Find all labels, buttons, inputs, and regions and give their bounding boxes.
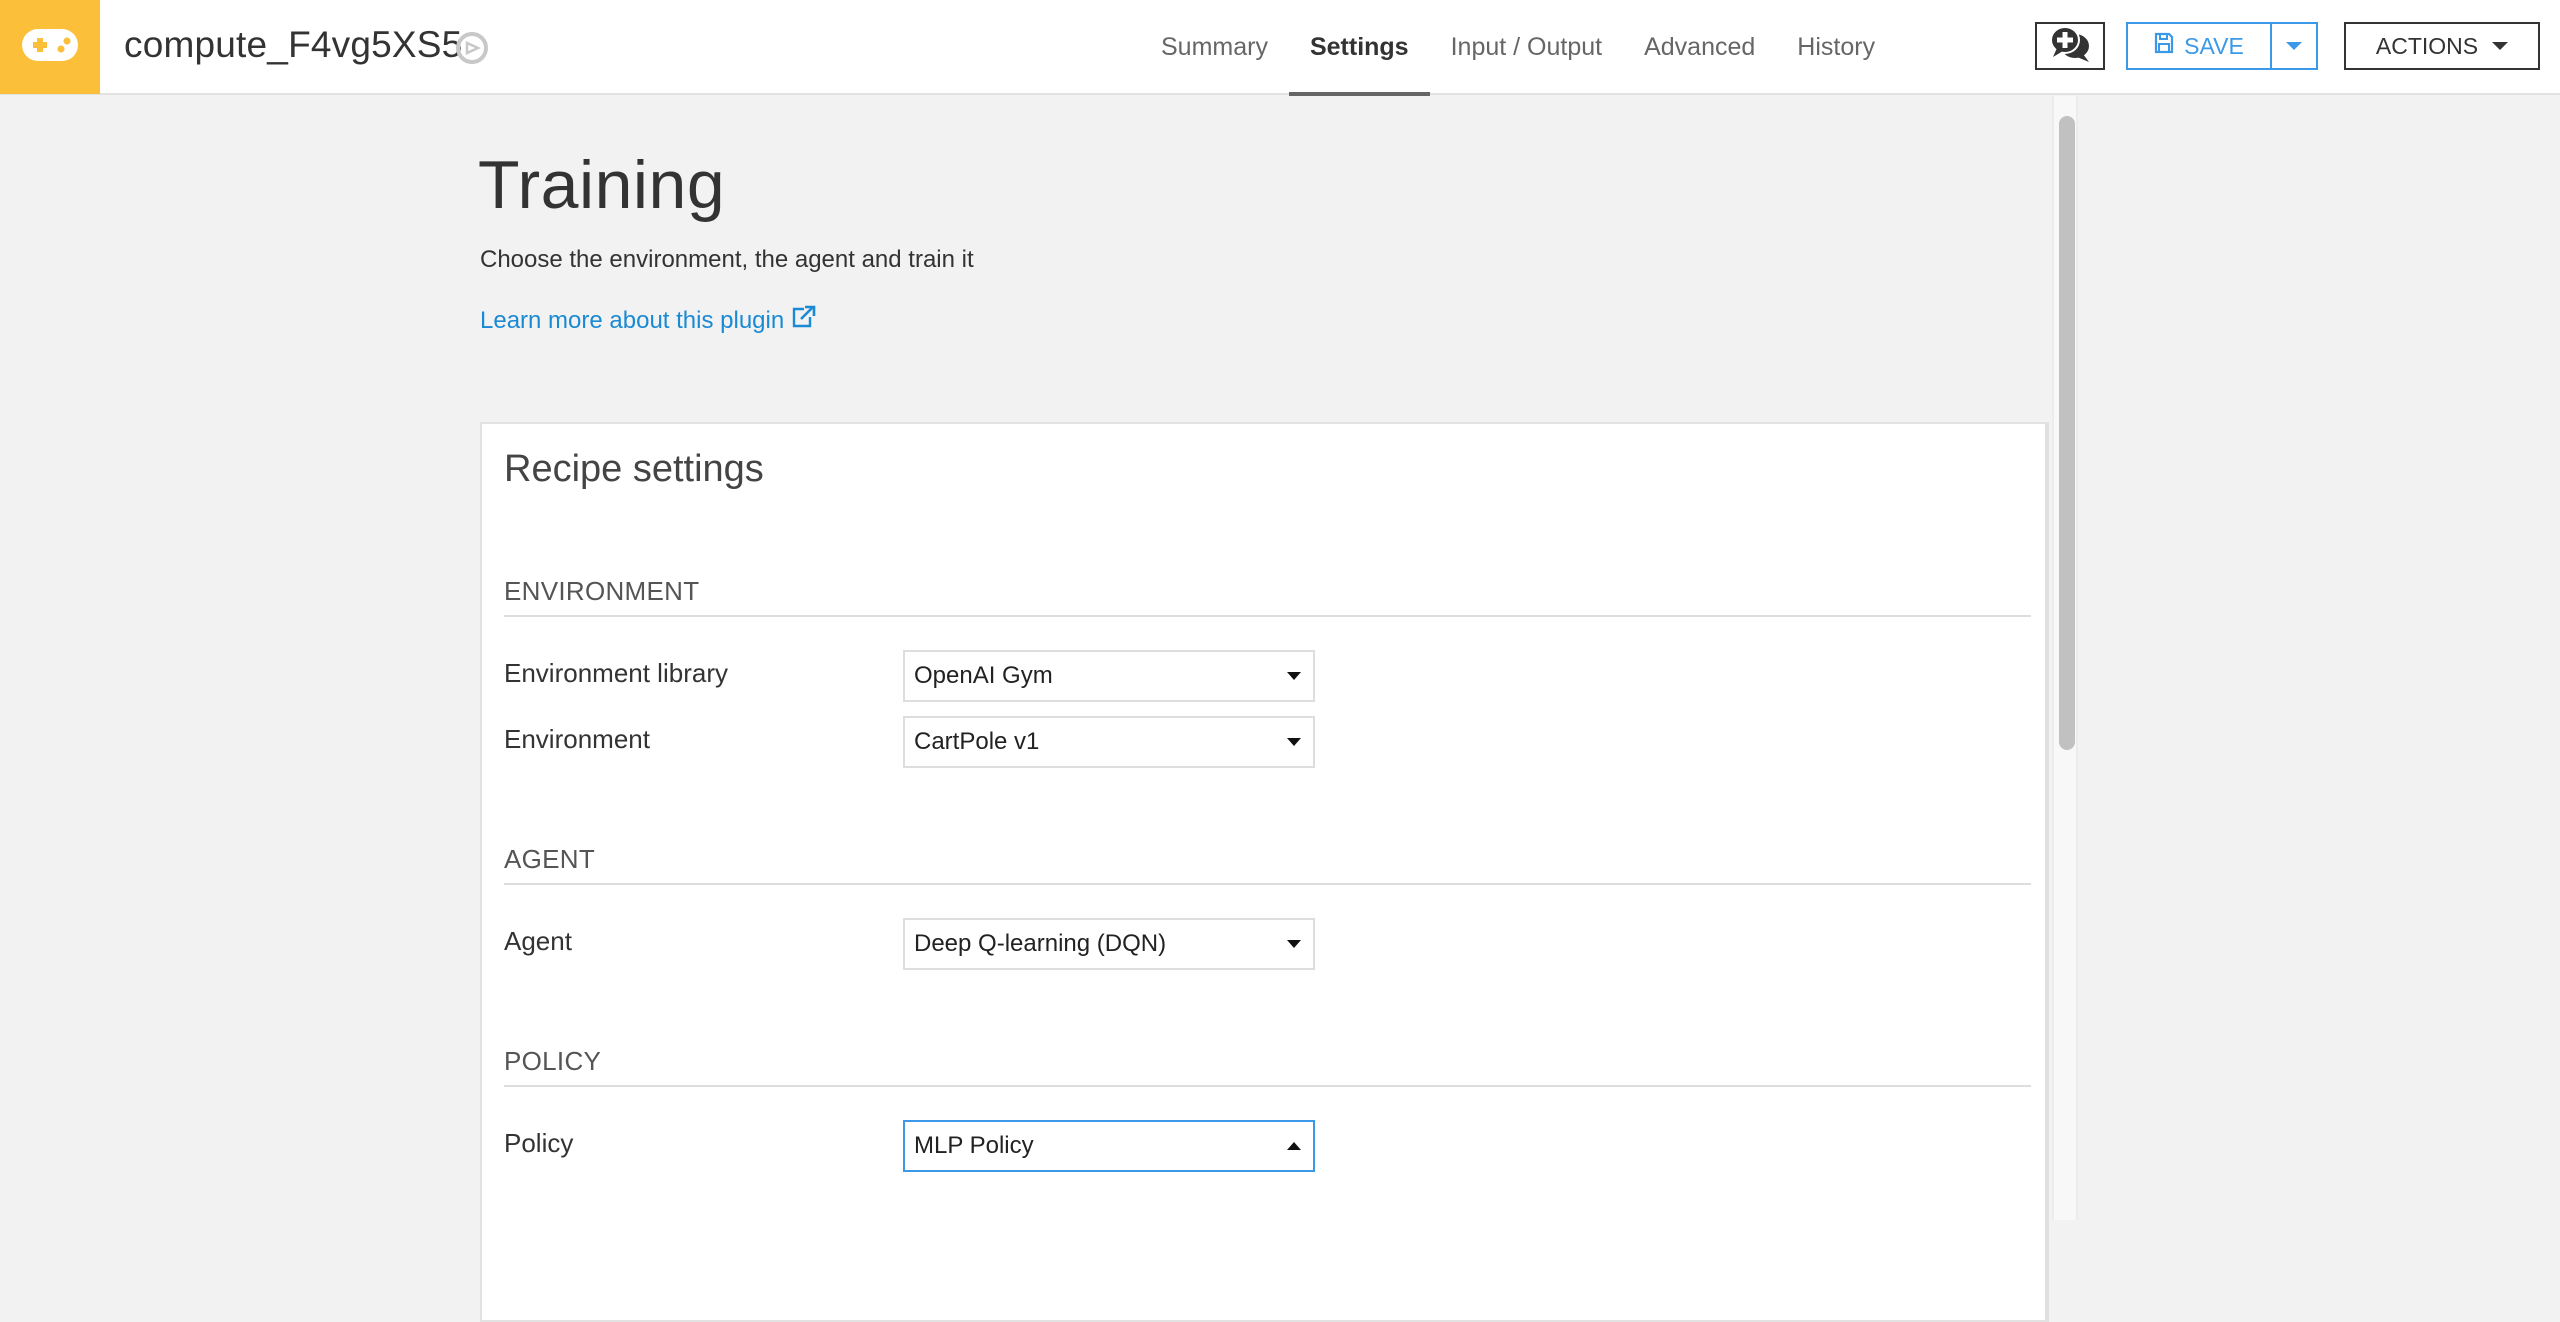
policy-label: Policy — [504, 1128, 574, 1158]
save-button[interactable]: SAVE — [2128, 24, 2272, 68]
gamepad-icon — [21, 28, 79, 67]
tab-label: Settings — [1309, 33, 1409, 61]
main-content: Training Choose the environment, the age… — [0, 96, 2560, 1322]
tab-label: Summary — [1161, 33, 1268, 61]
chevron-down-icon — [2492, 42, 2509, 50]
select-value: MLP Policy — [914, 1132, 1034, 1159]
external-link-icon — [790, 305, 816, 336]
environment-select[interactable]: CartPole v1 — [903, 716, 1315, 768]
tab-summary[interactable]: Summary — [1140, 0, 1289, 95]
top-bar: compute_F4vg5XS5 Summary Settings Input … — [0, 0, 2560, 96]
vertical-scrollbar[interactable] — [2052, 96, 2078, 1220]
page-description: Choose the environment, the agent and tr… — [480, 246, 974, 273]
actions-button[interactable]: ACTIONS — [2344, 22, 2540, 70]
scrollbar-thumb[interactable] — [2059, 116, 2075, 750]
chevron-down-icon — [1287, 738, 1301, 746]
tab-label: Input / Output — [1450, 33, 1603, 61]
section-divider — [504, 883, 2031, 885]
tab-advanced[interactable]: Advanced — [1623, 0, 1776, 95]
panel-title: Recipe settings — [504, 448, 764, 490]
section-divider — [504, 1085, 2031, 1087]
save-options-dropdown[interactable] — [2272, 24, 2316, 68]
tab-label: History — [1797, 33, 1876, 61]
discussions-button[interactable] — [2035, 22, 2105, 70]
learn-more-link[interactable]: Learn more about this plugin — [480, 305, 816, 336]
plugin-recipe-icon — [455, 31, 489, 65]
select-value: Deep Q-learning (DQN) — [914, 930, 1167, 957]
environment-label: Environment — [504, 724, 650, 754]
recipe-icon-box[interactable] — [0, 0, 100, 94]
section-title-policy: POLICY — [504, 1046, 602, 1076]
tab-history[interactable]: History — [1776, 0, 1896, 95]
tab-settings[interactable]: Settings — [1288, 0, 1430, 96]
agent-label: Agent — [504, 926, 572, 956]
tab-label: Advanced — [1644, 33, 1756, 61]
save-button-group: SAVE — [2126, 22, 2318, 70]
chevron-down-icon — [1287, 940, 1301, 948]
chevron-down-icon — [2286, 42, 2302, 50]
agent-select[interactable]: Deep Q-learning (DQN) — [903, 918, 1315, 970]
actions-label: ACTIONS — [2375, 32, 2479, 59]
select-value: CartPole v1 — [914, 728, 1040, 755]
section-title-environment: ENVIRONMENT — [504, 576, 700, 606]
recipe-name[interactable]: compute_F4vg5XS5 — [124, 24, 462, 66]
select-value: OpenAI Gym — [914, 662, 1053, 689]
tab-input-output[interactable]: Input / Output — [1430, 0, 1624, 95]
section-title-agent: AGENT — [504, 844, 596, 874]
chevron-down-icon — [1287, 672, 1301, 680]
discussion-add-icon — [2047, 24, 2093, 69]
recipe-settings-panel: Recipe settings ENVIRONMENT Environment … — [480, 422, 2049, 1322]
recipe-nav-tabs: Summary Settings Input / Output Advanced… — [1140, 0, 1896, 96]
save-label: SAVE — [2184, 32, 2244, 59]
environment-library-select[interactable]: OpenAI Gym — [903, 650, 1315, 702]
section-divider — [504, 615, 2031, 617]
learn-more-label: Learn more about this plugin — [480, 306, 785, 334]
page-title: Training — [478, 147, 726, 223]
floppy-disk-icon — [2154, 32, 2174, 60]
environment-library-label: Environment library — [504, 658, 728, 688]
policy-select[interactable]: MLP Policy — [903, 1120, 1315, 1172]
chevron-up-icon — [1287, 1142, 1301, 1150]
